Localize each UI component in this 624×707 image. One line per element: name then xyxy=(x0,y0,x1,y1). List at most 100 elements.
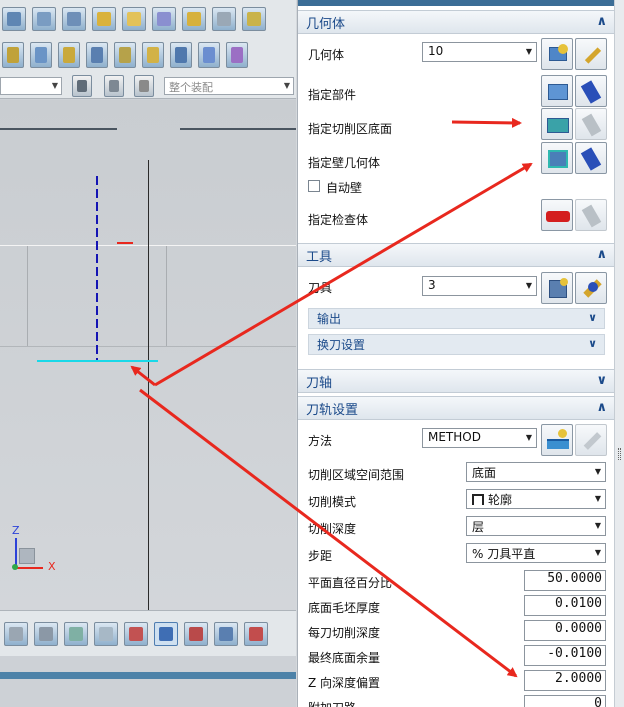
geometry-select[interactable]: 10 ▼ xyxy=(422,42,537,62)
z-depth-offset-label: Z 向深度偏置 xyxy=(308,676,381,690)
specify-check-button[interactable] xyxy=(541,199,573,231)
cad-workspace: ▼ 整个装配 ▼ Z X xyxy=(0,0,296,707)
vertical-axis-line xyxy=(148,160,149,610)
toolbar-icon-13[interactable] xyxy=(86,42,108,68)
method-select[interactable]: METHOD ▼ xyxy=(422,428,537,448)
expand-icon[interactable]: ∨ xyxy=(596,373,607,388)
expand-icon[interactable]: ∨ xyxy=(588,337,597,350)
depth-per-cut-label: 每刀切削深度 xyxy=(308,626,381,640)
depth-per-cut-input[interactable]: 0.0000 xyxy=(524,620,606,641)
new-geometry-button[interactable] xyxy=(541,38,573,70)
toolbar-icon-9[interactable] xyxy=(242,6,266,31)
cut-region-range-select[interactable]: 底面 ▼ xyxy=(466,462,606,482)
geometry-section-header[interactable]: 几何体 ∧ xyxy=(298,10,614,34)
toolbar-icon-1[interactable] xyxy=(2,6,26,31)
specify-wall-button[interactable] xyxy=(541,142,573,174)
edit-geometry-button[interactable] xyxy=(575,38,607,70)
show-wall-button[interactable] xyxy=(575,142,607,174)
tool-select-value: 3 xyxy=(428,278,436,292)
tool-change-label: 换刀设置 xyxy=(317,338,366,352)
plane-icon-2[interactable] xyxy=(94,621,118,646)
toolbar-icon-16[interactable] xyxy=(170,42,192,68)
part-icon xyxy=(548,84,568,100)
graphics-viewport[interactable]: Z X xyxy=(0,100,296,610)
toolbar-icon-5[interactable] xyxy=(122,6,146,31)
layer-icon-1[interactable] xyxy=(4,621,28,646)
final-floor-stock-input[interactable]: -0.0100 xyxy=(524,645,606,666)
cut-mode-value: 轮廓 xyxy=(488,493,513,507)
csys-icon-5[interactable] xyxy=(244,621,268,646)
contour-icon xyxy=(472,494,484,505)
show-check-button[interactable] xyxy=(575,199,607,231)
cut-depth-value: 层 xyxy=(472,520,485,534)
show-part-button[interactable] xyxy=(575,75,607,107)
blue-dash-line xyxy=(96,176,98,360)
new-tool-button[interactable] xyxy=(541,272,573,304)
edit-tool-button[interactable] xyxy=(575,272,607,304)
panel-splitter[interactable] xyxy=(614,0,624,707)
toolbar-icon-4[interactable] xyxy=(92,6,116,31)
toolbar-icon-15[interactable] xyxy=(142,42,164,68)
auto-wall-checkbox[interactable] xyxy=(308,180,320,192)
specify-check-label: 指定检查体 xyxy=(308,213,369,227)
specify-floor-label: 指定切削区底面 xyxy=(308,122,393,136)
filter-dropdown[interactable]: ▼ xyxy=(0,77,62,95)
collapse-icon[interactable]: ∧ xyxy=(596,247,607,262)
path-settings-section-header[interactable]: 刀轨设置 ∧ xyxy=(298,396,614,420)
csys-icon-4[interactable] xyxy=(214,621,238,646)
csys-icon-1[interactable] xyxy=(124,621,148,646)
collapse-icon[interactable]: ∧ xyxy=(596,14,607,29)
sort-icon[interactable] xyxy=(72,75,92,97)
toolbar-icon-17[interactable] xyxy=(198,42,220,68)
output-subsection[interactable]: 输出 ∨ xyxy=(308,308,605,329)
tool-change-subsection[interactable]: 换刀设置 ∨ xyxy=(308,334,605,355)
toolbar-icon-18[interactable] xyxy=(226,42,248,68)
assembly-dropdown[interactable]: 整个装配 ▼ xyxy=(164,77,294,95)
plane-icon-1[interactable] xyxy=(64,621,88,646)
toolbar-icon-7[interactable] xyxy=(182,6,206,31)
splitter-grip[interactable] xyxy=(618,448,621,460)
cut-region-range-value: 底面 xyxy=(472,466,497,480)
floor-blank-label: 底面毛坯厚度 xyxy=(308,601,381,615)
tool-section-title: 工具 xyxy=(306,249,333,265)
toolbar-icon-2[interactable] xyxy=(32,6,56,31)
tool-select[interactable]: 3 ▼ xyxy=(422,276,537,296)
stepover-select[interactable]: % 刀具平直 ▼ xyxy=(466,543,606,563)
drill-icon[interactable] xyxy=(134,75,154,97)
toolbar-icon-10[interactable] xyxy=(2,42,24,68)
tool-section-header[interactable]: 工具 ∧ xyxy=(298,243,614,267)
expand-icon[interactable]: ∨ xyxy=(588,311,597,324)
toolbar-icon-3[interactable] xyxy=(62,6,86,31)
cut-mode-select[interactable]: 轮廓 ▼ xyxy=(466,489,606,509)
method-select-value: METHOD xyxy=(428,430,481,444)
cut-depth-select[interactable]: 层 ▼ xyxy=(466,516,606,536)
csys-icon-2[interactable] xyxy=(154,621,178,646)
flashlight-icon xyxy=(581,113,602,137)
tool-axis-section-header[interactable]: 刀轴 ∨ xyxy=(298,369,614,393)
flat-diameter-pct-input[interactable]: 50.0000 xyxy=(524,570,606,591)
floor-blank-input[interactable]: 0.0100 xyxy=(524,595,606,616)
toolbar-row-3: ▼ 整个装配 ▼ xyxy=(0,73,296,99)
edit-method-button[interactable] xyxy=(575,424,607,456)
auto-wall-label: 自动壁 xyxy=(326,181,363,195)
toolbar-icon-6[interactable] xyxy=(152,6,176,31)
specify-floor-button[interactable] xyxy=(541,108,573,140)
cut-region-range-label: 切削区域空间范围 xyxy=(308,468,405,482)
origin-icon[interactable] xyxy=(104,75,124,97)
tool-label: 刀具 xyxy=(308,281,333,295)
show-floor-button[interactable] xyxy=(575,108,607,140)
toolbar-icon-11[interactable] xyxy=(30,42,52,68)
new-method-button[interactable] xyxy=(541,424,573,456)
toolbar-icon-8[interactable] xyxy=(212,6,236,31)
toolbar-icon-14[interactable] xyxy=(114,42,136,68)
specify-part-button[interactable] xyxy=(541,75,573,107)
geometry-select-value: 10 xyxy=(428,44,444,58)
extra-passes-input[interactable]: 0 xyxy=(524,695,606,707)
csys-icon-3[interactable] xyxy=(184,621,208,646)
z-depth-offset-input[interactable]: 2.0000 xyxy=(524,670,606,691)
toolbar-icon-12[interactable] xyxy=(58,42,80,68)
stepover-value: % 刀具平直 xyxy=(472,547,536,561)
layer-icon-2[interactable] xyxy=(34,621,58,646)
status-strip xyxy=(0,672,296,679)
collapse-icon[interactable]: ∧ xyxy=(596,400,607,415)
